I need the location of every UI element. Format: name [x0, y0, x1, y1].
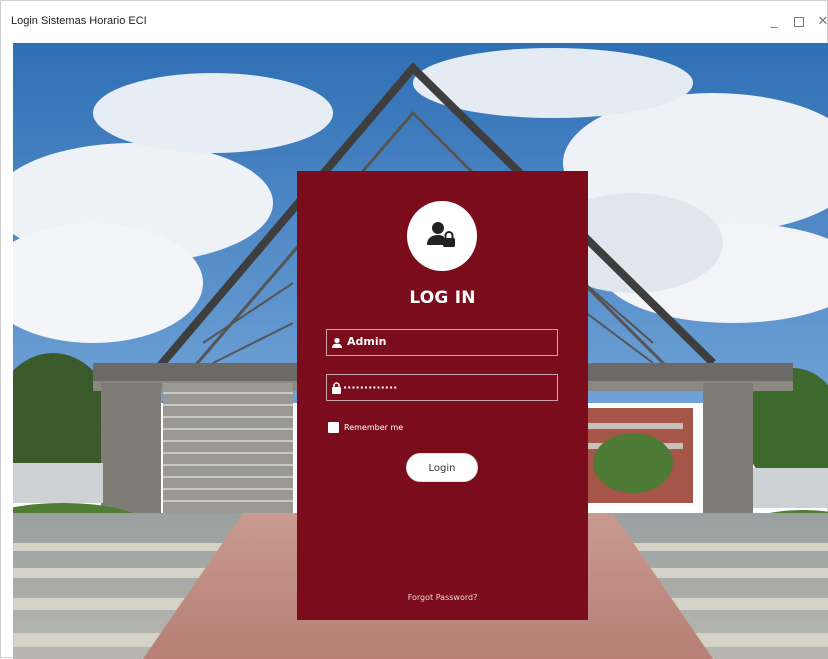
title-bar: Login Sistemas Horario ECI _ ✕ [1, 1, 828, 43]
lock-icon [332, 382, 341, 394]
forgot-password-link[interactable]: Forgot Password? [297, 593, 588, 602]
app-window: Login Sistemas Horario ECI _ ✕ LOG IN Ad… [0, 0, 828, 659]
login-button[interactable]: Login [406, 453, 478, 482]
username-field[interactable]: Admin [326, 329, 558, 356]
login-card: LOG IN Admin ············· Remember me L… [297, 171, 588, 620]
remember-me-checkbox[interactable] [328, 422, 339, 433]
password-field[interactable]: ············· [326, 374, 558, 401]
username-value: Admin [347, 335, 387, 348]
avatar [407, 201, 477, 271]
background-photo: LOG IN Admin ············· Remember me L… [13, 43, 828, 659]
remember-me-label: Remember me [344, 423, 404, 432]
user-icon [332, 337, 342, 348]
login-heading: LOG IN [409, 288, 476, 308]
user-lock-icon [427, 222, 455, 247]
minimize-button[interactable]: _ [763, 11, 785, 33]
window-title: Login Sistemas Horario ECI [11, 15, 147, 27]
maximize-button[interactable] [788, 11, 810, 33]
password-value: ············· [343, 381, 398, 394]
close-button[interactable]: ✕ [812, 11, 828, 33]
